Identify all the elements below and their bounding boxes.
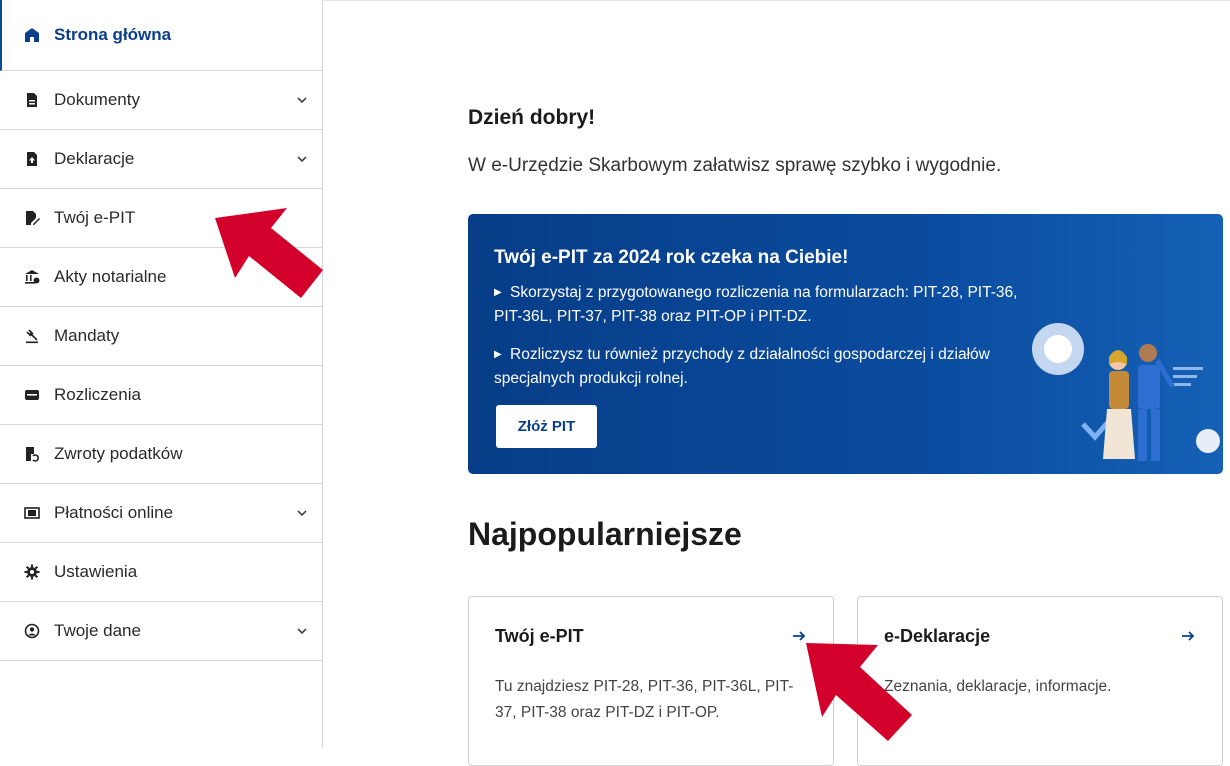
- main-content: Dzień dobry! W e-Urzędzie Skarbowym zała…: [323, 0, 1230, 766]
- sidebar-item-home[interactable]: Strona główna: [0, 0, 322, 71]
- online-payment-icon: [22, 503, 42, 523]
- sidebar-item-documents[interactable]: Dokumenty: [0, 71, 322, 130]
- sidebar-item-your-data[interactable]: Twoje dane: [0, 602, 322, 661]
- gavel-icon: [22, 326, 42, 346]
- notary-building-icon: [22, 267, 42, 287]
- gear-icon: [22, 562, 42, 582]
- banner-title: Twój e-PIT za 2024 rok czeka na Ciebie!: [494, 247, 849, 268]
- card-title: Twój e-PIT: [495, 626, 584, 646]
- divider: [323, 0, 1230, 1]
- people-illustration: [1032, 323, 1220, 461]
- sidebar-item-epit[interactable]: Twój e-PIT: [0, 189, 322, 248]
- sidebar-item-label: Twój e-PIT: [54, 208, 136, 227]
- submit-pit-button[interactable]: Złóż PIT: [496, 405, 597, 448]
- card-e-declarations[interactable]: e-Deklaracje Zeznania, deklaracje, infor…: [857, 596, 1223, 766]
- sidebar-item-label: Strona główna: [54, 25, 172, 44]
- banner-bullet: ▶ Skorzystaj z przygotowanego rozliczenia…: [494, 281, 1044, 329]
- sidebar-item-label: Dokumenty: [54, 90, 140, 109]
- sidebar-item-label: Ustawienia: [54, 562, 138, 581]
- wallet-icon: [22, 385, 42, 405]
- card-title: e-Deklaracje: [884, 626, 991, 646]
- arrow-right-icon[interactable]: [1180, 628, 1196, 644]
- sidebar-item-online-payments[interactable]: Płatności online: [0, 484, 322, 543]
- bullet-triangle-icon: ▶: [494, 287, 502, 298]
- home-icon: [22, 25, 42, 45]
- sidebar-item-label: Płatności online: [54, 503, 174, 522]
- greeting-title: Dzień dobry!: [468, 106, 596, 129]
- user-circle-icon: [22, 621, 42, 641]
- sidebar-item-notarial[interactable]: Akty notarialne: [0, 248, 322, 307]
- chevron-down-icon[interactable]: [296, 507, 308, 519]
- arrow-right-icon[interactable]: [791, 628, 807, 644]
- sidebar-item-label: Rozliczenia: [54, 385, 141, 404]
- bullet-triangle-icon: ▶: [494, 349, 502, 360]
- sidebar-item-settings[interactable]: Ustawienia: [0, 543, 322, 602]
- tax-refund-icon: [22, 444, 42, 464]
- sidebar-item-tax-refunds[interactable]: Zwroty podatków: [0, 425, 322, 484]
- sidebar-item-settlements[interactable]: Rozliczenia: [0, 366, 322, 425]
- chevron-down-icon[interactable]: [296, 94, 308, 106]
- card-description: Tu znajdziesz PIT-28, PIT-36, PIT-36L, P…: [495, 678, 794, 721]
- sidebar: Strona główna Dokumenty Deklaracje Twój …: [0, 0, 323, 748]
- banner-bullet: ▶ Rozliczysz tu również przychody z dział…: [494, 343, 1044, 391]
- sidebar-item-declarations[interactable]: Deklaracje: [0, 130, 322, 189]
- sidebar-item-label: Akty notarialne: [54, 267, 167, 286]
- sidebar-item-label: Deklaracje: [54, 149, 135, 168]
- greeting-subtitle: W e-Urzędzie Skarbowym załatwisz sprawę …: [468, 155, 1002, 176]
- declaration-upload-icon: [22, 149, 42, 169]
- card-epit[interactable]: Twój e-PIT Tu znajdziesz PIT-28, PIT-36,…: [468, 596, 834, 766]
- sidebar-item-label: Mandaty: [54, 326, 120, 345]
- document-icon: [22, 90, 42, 110]
- sidebar-item-label: Twoje dane: [54, 621, 141, 640]
- chevron-down-icon[interactable]: [296, 625, 308, 637]
- pencil-doc-icon: [22, 208, 42, 228]
- epit-promo-banner: Twój e-PIT za 2024 rok czeka na Ciebie! …: [468, 214, 1223, 474]
- chevron-down-icon[interactable]: [296, 153, 308, 165]
- sidebar-item-fines[interactable]: Mandaty: [0, 307, 322, 366]
- sidebar-item-label: Zwroty podatków: [54, 444, 183, 463]
- popular-section-title: Najpopularniejsze: [468, 516, 742, 552]
- card-description: Zeznania, deklaracje, informacje.: [884, 678, 1112, 695]
